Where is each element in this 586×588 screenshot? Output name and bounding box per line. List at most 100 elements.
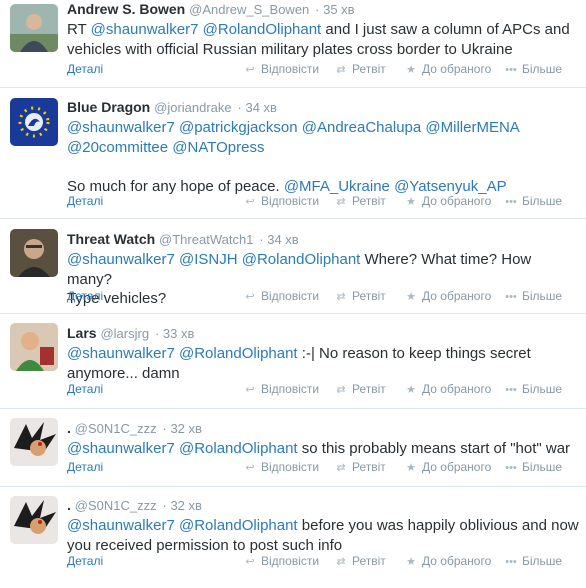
mention-link[interactable]: @shaunwalker7 [67,517,175,534]
mention-link[interactable]: @RolandOliphant [179,517,298,534]
avatar[interactable] [10,98,58,146]
more-button[interactable]: ••• Більше [504,289,562,303]
author-handle[interactable]: @S0N1C_zzz [75,421,157,436]
details-link[interactable]: Деталі [67,194,103,208]
reply-icon: ↩ [245,291,255,303]
avatar[interactable] [10,418,58,466]
author-handle[interactable]: @joriandrake [154,100,232,115]
reply-icon: ↩ [245,196,255,208]
mention-link[interactable]: @20committee [67,139,168,156]
details-link[interactable]: Деталі [67,554,103,568]
details-link[interactable]: Деталі [67,62,103,76]
author-handle[interactable]: @S0N1C_zzz [75,498,157,513]
reply-icon: ↩ [245,64,255,76]
favorite-button[interactable]: ★ До обраного [404,460,491,474]
avatar[interactable] [10,4,58,52]
favorite-button[interactable]: ★ До обраного [404,554,491,568]
mention-link[interactable]: @MFA_Ukraine [284,178,390,195]
author-name[interactable]: Threat Watch [67,231,155,247]
tweet-text-line: @shaunwalker7 @RolandOliphant before you… [67,516,580,536]
tweet-header: Threat Watch @ThreatWatch1 · 34 хв [67,230,580,249]
timestamp[interactable]: · 32 хв [163,421,202,436]
retweet-label: Ретвіт [352,289,386,303]
more-button[interactable]: ••• Більше [504,460,562,474]
retweet-button[interactable]: ⇄ Ретвіт [334,554,385,568]
retweet-button[interactable]: ⇄ Ретвіт [334,62,385,76]
avatar[interactable] [10,496,58,544]
author-handle[interactable]: @larsjrg [100,326,149,341]
mention-link[interactable]: @shaunwalker7 [67,440,175,457]
reply-button[interactable]: ↩ Відповісти [243,62,319,76]
retweet-label: Ретвіт [352,460,386,474]
tweet-actions: Деталі ↩ Відповісти ⇄ Ретвіт ★ До обраного … [67,382,580,398]
avatar[interactable] [10,323,58,371]
mention-link[interactable]: @AndreaChalupa [302,119,421,136]
mention-link[interactable]: @RolandOliphant [179,440,298,457]
favorite-button[interactable]: ★ До обраного [404,62,491,76]
mention-link[interactable]: @RolandOliphant [242,251,361,268]
more-button[interactable]: ••• Більше [504,382,562,396]
reply-button[interactable]: ↩ Відповісти [243,554,319,568]
mention-link[interactable]: @Yatsenyuk_AP [394,178,507,195]
more-button[interactable]: ••• Більше [504,554,562,568]
mention-link[interactable]: @shaunwalker7 [67,251,175,268]
mention-link[interactable]: @NATOpress [172,139,264,156]
tweet[interactable]: Andrew S. Bowen @Andrew_S_Bowen · 35 хв … [0,0,586,88]
favorite-label: До обраного [422,460,492,474]
tweet-text-line [67,157,580,177]
author-name[interactable]: . [67,497,71,513]
retweet-button[interactable]: ⇄ Ретвіт [334,289,386,303]
avatar[interactable] [10,229,58,277]
tweet-text: @shaunwalker7 @RolandOliphant before you… [67,516,580,555]
details-link[interactable]: Деталі [67,289,103,303]
reply-button[interactable]: ↩ Відповісти [243,382,319,396]
mention-link[interactable]: @shaunwalker7 [67,345,175,362]
timestamp[interactable]: · 35 хв [315,2,354,17]
author-name[interactable]: . [67,420,71,436]
timestamp[interactable]: · 33 хв [155,326,194,341]
author-name[interactable]: Andrew S. Bowen [67,1,185,17]
favorite-button[interactable]: ★ До обраного [404,289,491,303]
author-handle[interactable]: @Andrew_S_Bowen [189,2,309,17]
reply-label: Відповісти [261,62,320,76]
retweet-button[interactable]: ⇄ Ретвіт [334,460,386,474]
tweet-text-line: vehicles with official Russian military … [67,40,580,60]
tweet-actions: Деталі ↩ Відповісти ⇄ Ретвіт ★ До обраного … [67,460,580,476]
timestamp[interactable]: · 34 хв [259,232,298,247]
mention-link[interactable]: @ISNJH [179,251,238,268]
star-icon: ★ [406,291,416,303]
mention-link[interactable]: @shaunwalker7 [67,119,175,136]
details-link[interactable]: Деталі [67,382,103,396]
favorite-button[interactable]: ★ До обраного [404,194,491,208]
favorite-button[interactable]: ★ До обраного [404,382,491,396]
tweet[interactable]: Blue Dragon @joriandrake · 34 хв @shaunw… [0,88,586,219]
retweet-button[interactable]: ⇄ Ретвіт [334,382,385,396]
retweet-button[interactable]: ⇄ Ретвіт [334,194,385,208]
retweet-icon: ⇄ [336,291,346,303]
tweet[interactable]: . @S0N1C_zzz · 32 хв @shaunwalker7 @Rola… [0,409,586,487]
mention-link[interactable]: @RolandOliphant [203,21,322,38]
more-button[interactable]: ••• Більше [504,62,562,76]
details-link[interactable]: Деталі [67,460,103,474]
mention-link[interactable]: @shaunwalker7 [91,21,199,38]
reply-button[interactable]: ↩ Відповісти [243,460,319,474]
reply-label: Відповісти [261,194,320,208]
mention-link[interactable]: @MillerMENA [425,119,519,136]
author-handle[interactable]: @ThreatWatch1 [159,232,253,247]
tweet[interactable]: Lars @larsjrg · 33 хв @shaunwalker7 @Rol… [0,314,586,409]
more-label: Більше [522,460,563,474]
more-button[interactable]: ••• Більше [504,194,562,208]
reply-button[interactable]: ↩ Відповісти [243,194,319,208]
author-name[interactable]: Lars [67,325,97,341]
tweet[interactable]: . @S0N1C_zzz · 32 хв @shaunwalker7 @Rola… [0,487,586,588]
mention-link[interactable]: @RolandOliphant [179,345,298,362]
star-icon: ★ [406,384,416,396]
timestamp[interactable]: · 32 хв [163,498,202,513]
tweet-text-line: RT @shaunwalker7 @RolandOliphant and I j… [67,20,580,40]
reply-button[interactable]: ↩ Відповісти [243,289,319,303]
tweet[interactable]: Threat Watch @ThreatWatch1 · 34 хв @shau… [0,219,586,314]
author-name[interactable]: Blue Dragon [67,99,150,115]
tweet-text-segment: anymore... damn [67,364,180,382]
timestamp[interactable]: · 34 хв [238,100,277,115]
mention-link[interactable]: @patrickgjackson [179,119,298,136]
